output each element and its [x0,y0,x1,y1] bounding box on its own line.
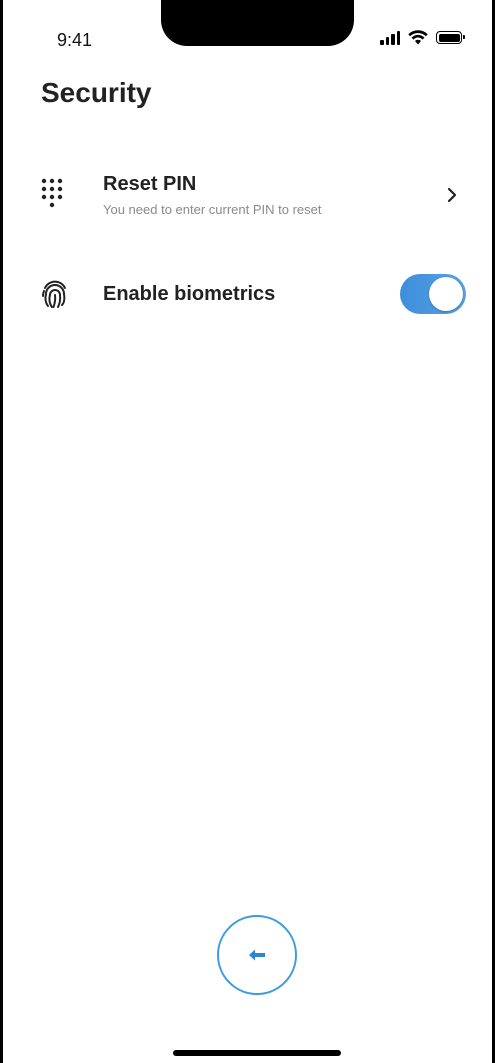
enable-biometrics-text: Enable biometrics [89,283,400,306]
biometrics-toggle[interactable] [400,274,466,314]
reset-pin-text: Reset PIN You need to enter current PIN … [89,173,440,217]
enable-biometrics-title: Enable biometrics [103,282,276,305]
status-time: 9:41 [57,30,93,50]
keypad-icon [41,178,89,212]
phone-screen: 9:41 Security Reset PIN You need to ente… [0,0,495,1063]
reset-pin-title: Reset PIN [103,173,197,195]
device-notch [161,0,354,46]
back-button[interactable] [217,915,297,995]
home-indicator [173,1050,341,1056]
enable-biometrics-row: Enable biometrics [41,270,468,318]
status-icons [380,30,465,45]
wifi-icon [408,30,428,45]
page-title: Security [41,77,152,108]
chevron-right-icon[interactable] [440,183,464,207]
battery-icon [436,31,465,44]
cellular-signal-icon [380,30,400,45]
reset-pin-subtitle: You need to enter current PIN to reset [103,202,322,217]
reset-pin-row[interactable]: Reset PIN You need to enter current PIN … [41,170,468,220]
arrow-left-icon [249,949,265,961]
toggle-knob[interactable] [429,277,463,311]
fingerprint-icon [41,279,89,309]
